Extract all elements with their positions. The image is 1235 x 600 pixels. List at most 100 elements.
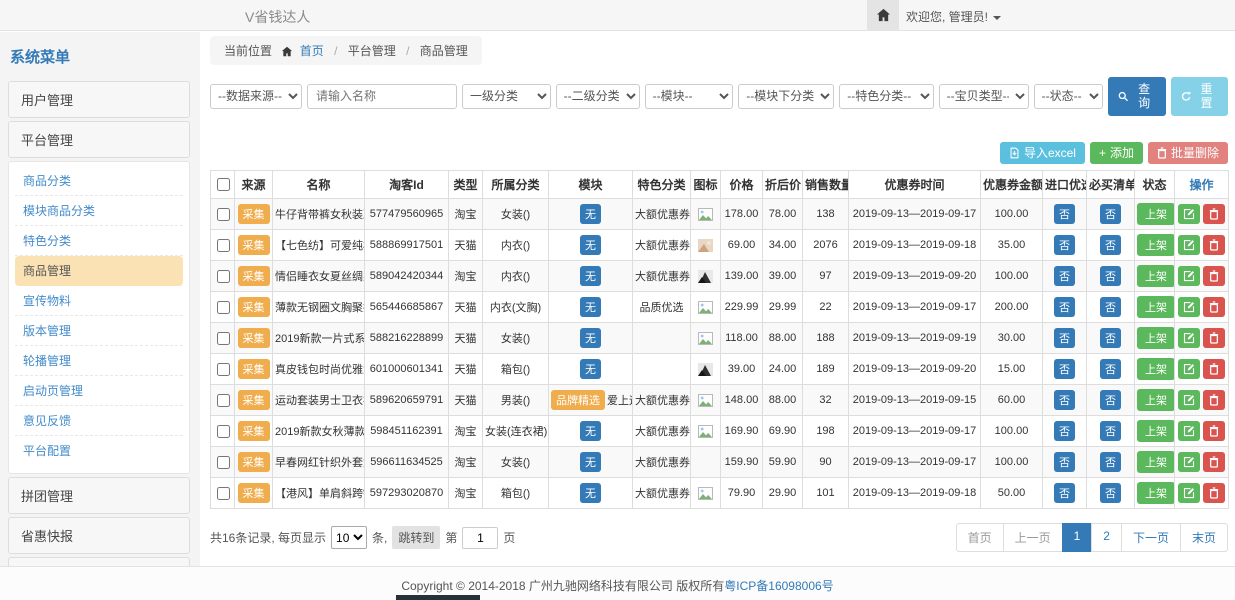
sidebar-item[interactable]: 商品分类 — [15, 166, 183, 196]
icp-link[interactable]: 粤ICP备16098006号 — [724, 579, 833, 593]
must-buy-toggle[interactable]: 否 — [1100, 452, 1121, 472]
page-button[interactable]: 2 — [1091, 523, 1122, 552]
reset-button[interactable]: 重置 — [1171, 77, 1228, 116]
filter-select-module-sub[interactable]: --模块下分类-- — [738, 84, 834, 109]
status-button[interactable]: 上架 — [1137, 482, 1175, 504]
status-button[interactable]: 上架 — [1137, 203, 1175, 225]
per-page-select[interactable]: 10 — [331, 526, 367, 549]
edit-button[interactable] — [1178, 297, 1200, 317]
sidebar-item[interactable]: 宣传物料 — [15, 286, 183, 316]
select-all-checkbox[interactable] — [217, 178, 230, 191]
edit-button[interactable] — [1178, 452, 1200, 472]
edit-button[interactable] — [1178, 483, 1200, 503]
delete-button[interactable] — [1203, 204, 1225, 224]
sidebar-item[interactable]: 启动页管理 — [15, 376, 183, 406]
delete-button[interactable] — [1203, 328, 1225, 348]
status-button[interactable]: 上架 — [1137, 327, 1175, 349]
delete-button[interactable] — [1203, 359, 1225, 379]
home-icon-button[interactable] — [867, 0, 899, 30]
import-select-toggle[interactable]: 否 — [1054, 452, 1075, 472]
import-select-toggle[interactable]: 否 — [1054, 359, 1075, 379]
status-button[interactable]: 上架 — [1137, 265, 1175, 287]
row-checkbox[interactable] — [217, 208, 230, 221]
edit-button[interactable] — [1178, 328, 1200, 348]
status-button[interactable]: 上架 — [1137, 420, 1175, 442]
must-buy-toggle[interactable]: 否 — [1100, 235, 1121, 255]
import-select-toggle[interactable]: 否 — [1054, 266, 1075, 286]
row-checkbox[interactable] — [217, 332, 230, 345]
import-select-toggle[interactable]: 否 — [1054, 390, 1075, 410]
sidebar-item[interactable]: 意见反馈 — [15, 406, 183, 436]
must-buy-toggle[interactable]: 否 — [1100, 204, 1121, 224]
delete-button[interactable] — [1203, 452, 1225, 472]
import-select-toggle[interactable]: 否 — [1054, 421, 1075, 441]
breadcrumb-home-link[interactable]: 首页 — [300, 44, 324, 58]
edit-button[interactable] — [1178, 204, 1200, 224]
must-buy-toggle[interactable]: 否 — [1100, 390, 1121, 410]
status-button[interactable]: 上架 — [1137, 451, 1175, 473]
add-button[interactable]: + 添加 — [1090, 142, 1143, 164]
sidebar-item[interactable]: 平台配置 — [15, 436, 183, 465]
page-button[interactable]: 上一页 — [1003, 523, 1063, 552]
edit-button[interactable] — [1178, 421, 1200, 441]
row-checkbox[interactable] — [217, 425, 230, 438]
must-buy-toggle[interactable]: 否 — [1100, 328, 1121, 348]
status-button[interactable]: 上架 — [1137, 358, 1175, 380]
sidebar-item[interactable]: 版本管理 — [15, 316, 183, 346]
sidebar-group[interactable]: 消息管理 — [8, 557, 190, 566]
sidebar-item[interactable]: 轮播管理 — [15, 346, 183, 376]
search-button[interactable]: 查询 — [1108, 77, 1165, 116]
status-button[interactable]: 上架 — [1137, 296, 1175, 318]
page-button[interactable]: 末页 — [1180, 523, 1228, 552]
filter-select-module[interactable]: --模块-- — [645, 84, 734, 109]
batch-delete-button[interactable]: 批量删除 — [1148, 142, 1228, 164]
row-checkbox[interactable] — [217, 456, 230, 469]
row-checkbox[interactable] — [217, 487, 230, 500]
jump-to-button[interactable]: 跳转到 — [392, 526, 440, 549]
filter-select-item-type[interactable]: --宝贝类型-- — [939, 84, 1029, 109]
row-checkbox[interactable] — [217, 270, 230, 283]
import-select-toggle[interactable]: 否 — [1054, 204, 1075, 224]
delete-button[interactable] — [1203, 235, 1225, 255]
page-button[interactable]: 1 — [1062, 523, 1093, 552]
filter-select-source[interactable]: --数据来源-- — [210, 84, 302, 109]
filter-select-status[interactable]: --状态-- — [1034, 84, 1103, 109]
must-buy-toggle[interactable]: 否 — [1100, 359, 1121, 379]
row-checkbox[interactable] — [217, 239, 230, 252]
user-menu[interactable]: 欢迎您, 管理员! — [906, 8, 1001, 25]
delete-button[interactable] — [1203, 483, 1225, 503]
row-checkbox[interactable] — [217, 363, 230, 376]
filter-select-level1[interactable]: 一级分类 — [462, 84, 551, 109]
edit-button[interactable] — [1178, 390, 1200, 410]
page-jump-input[interactable] — [462, 527, 498, 549]
edit-button[interactable] — [1178, 266, 1200, 286]
row-checkbox[interactable] — [217, 301, 230, 314]
page-button[interactable]: 首页 — [956, 523, 1004, 552]
sidebar-group-user-mgmt[interactable]: 用户管理 — [8, 81, 190, 118]
must-buy-toggle[interactable]: 否 — [1100, 266, 1121, 286]
must-buy-toggle[interactable]: 否 — [1100, 421, 1121, 441]
filter-select-feature[interactable]: --特色分类-- — [839, 84, 933, 109]
delete-button[interactable] — [1203, 421, 1225, 441]
delete-button[interactable] — [1203, 390, 1225, 410]
must-buy-toggle[interactable]: 否 — [1100, 297, 1121, 317]
sidebar-item[interactable]: 商品管理 — [15, 256, 183, 286]
row-checkbox[interactable] — [217, 394, 230, 407]
import-excel-button[interactable]: 导入excel — [1000, 142, 1085, 164]
delete-button[interactable] — [1203, 297, 1225, 317]
import-select-toggle[interactable]: 否 — [1054, 328, 1075, 348]
sidebar-group-platform-mgmt[interactable]: 平台管理 — [8, 121, 190, 158]
edit-button[interactable] — [1178, 359, 1200, 379]
must-buy-toggle[interactable]: 否 — [1100, 483, 1121, 503]
sidebar-item[interactable]: 模块商品分类 — [15, 196, 183, 226]
edit-button[interactable] — [1178, 235, 1200, 255]
status-button[interactable]: 上架 — [1137, 234, 1175, 256]
import-select-toggle[interactable]: 否 — [1054, 235, 1075, 255]
sidebar-item[interactable]: 特色分类 — [15, 226, 183, 256]
delete-button[interactable] — [1203, 266, 1225, 286]
page-button[interactable]: 下一页 — [1121, 523, 1181, 552]
filter-select-level2[interactable]: --二级分类-- — [556, 84, 640, 109]
import-select-toggle[interactable]: 否 — [1054, 297, 1075, 317]
sidebar-group[interactable]: 拼团管理 — [8, 477, 190, 514]
status-button[interactable]: 上架 — [1137, 389, 1175, 411]
